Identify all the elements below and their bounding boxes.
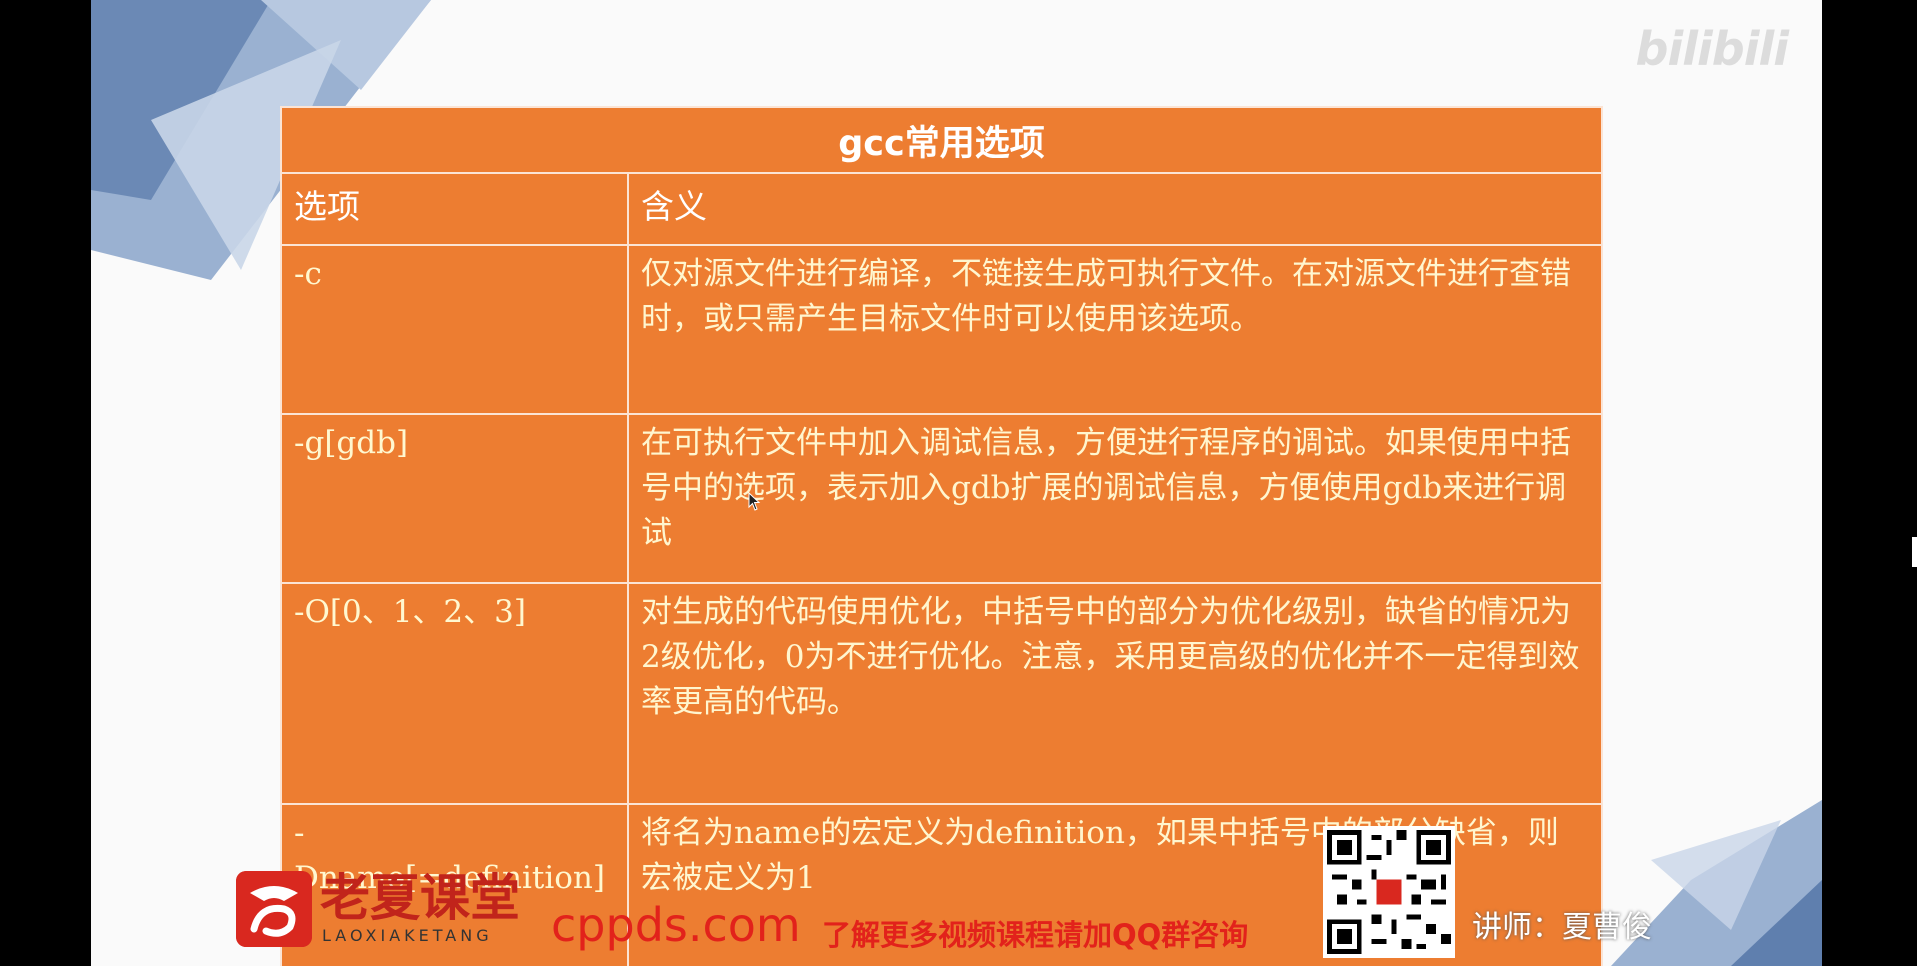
promo-text: 了解更多视频课程请加QQ群咨询: [822, 918, 1249, 952]
table-row: -g[gdb] 在可执行文件中加入调试信息，方便进行程序的调试。如果使用中括号中…: [280, 413, 1603, 584]
video-frame: bilibili gcc常用选项 选项 含义 -c 仅对源文件进行编译，不链接生…: [91, 0, 1822, 966]
brand-name: 老夏课堂: [320, 869, 520, 927]
option-cell: -c: [280, 244, 629, 415]
table-row: -c 仅对源文件进行编译，不链接生成可执行文件。在对源文件进行查错时，或只需产生…: [280, 244, 1603, 415]
meaning-cell: 对生成的代码使用优化，中括号中的部分为优化级别，缺省的情况为2级优化，0为不进行…: [627, 582, 1603, 805]
table-row: -O[0、1、2、3] 对生成的代码使用优化，中括号中的部分为优化级别，缺省的情…: [280, 582, 1603, 805]
bilibili-watermark: bilibili: [1635, 22, 1789, 76]
meaning-cell: 在可执行文件中加入调试信息，方便进行程序的调试。如果使用中括号中的选项，表示加入…: [627, 413, 1603, 584]
site-url: cppds.com: [551, 898, 801, 952]
option-cell: -g[gdb]: [280, 413, 629, 584]
option-cell: -O[0、1、2、3]: [280, 582, 629, 805]
brand-logo-icon: [236, 871, 312, 947]
qr-code-icon: [1323, 826, 1455, 958]
header-option: 选项: [280, 172, 629, 246]
mouse-cursor-icon: [748, 492, 761, 511]
meaning-cell: 仅对源文件进行编译，不链接生成可执行文件。在对源文件进行查错时，或只需产生目标文…: [627, 244, 1603, 415]
header-meaning: 含义: [627, 172, 1603, 246]
lecturer-label: 讲师：夏曹俊: [1472, 910, 1652, 945]
brand-pinyin: LAOXIAKETANG: [322, 926, 493, 945]
window-edge-marker: [1912, 537, 1917, 567]
table-title: gcc常用选项: [280, 106, 1603, 174]
